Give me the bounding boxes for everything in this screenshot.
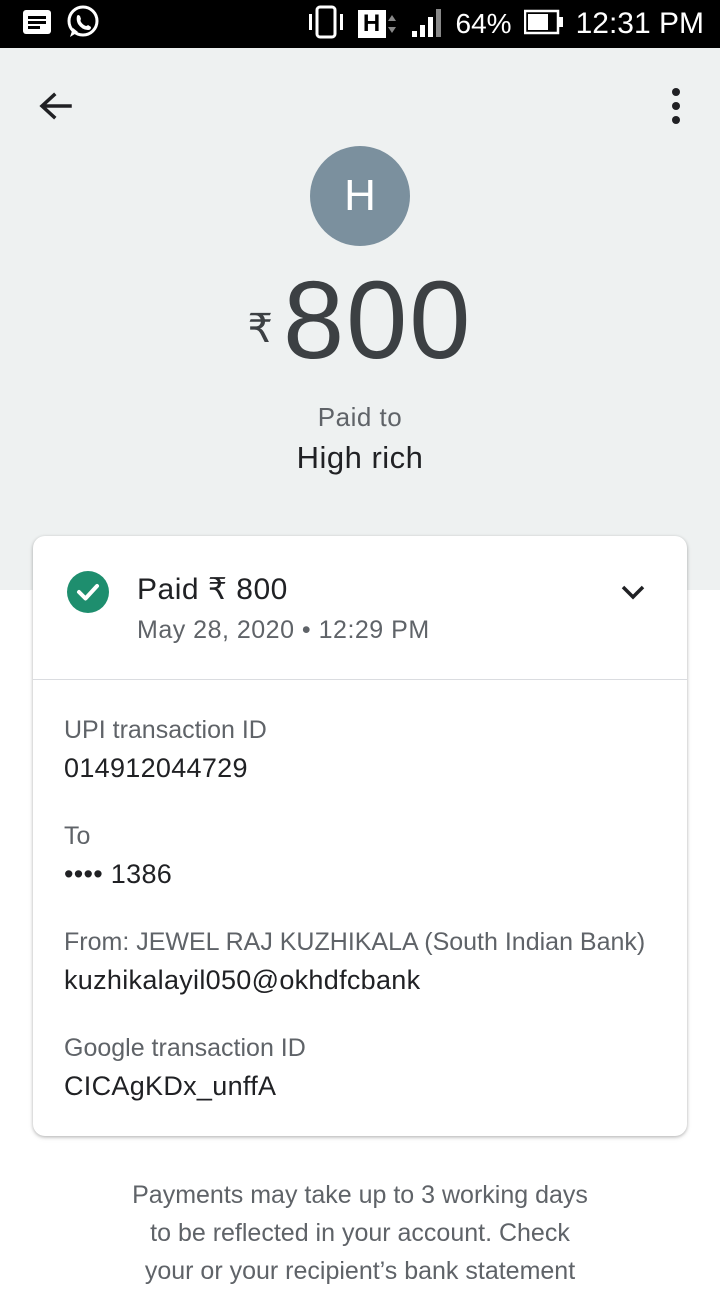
google-transaction-id-label: Google transaction ID [64, 1034, 306, 1062]
currency-symbol: ₹ [247, 307, 273, 351]
to-account-value: •••• 1386 [64, 859, 173, 889]
note-line: your or your recipient’s bank statement [144, 1257, 576, 1285]
payment-status-title: Paid ₹ 800 [137, 573, 288, 606]
chevron-down-icon [621, 585, 645, 600]
more-options-button[interactable] [660, 84, 692, 128]
to-label: To [64, 822, 91, 850]
amount-display: ₹ 800 [0, 266, 720, 376]
payee-name: High rich [296, 440, 424, 475]
transaction-details-card: Paid ₹ 800 May 28, 2020 • 12:29 PM UPI t… [33, 536, 687, 1136]
divider [33, 679, 687, 680]
signal-icon [410, 7, 444, 42]
more-vert-icon [672, 88, 680, 124]
upi-transaction-id-value: 014912044729 [64, 753, 248, 783]
network-type-label: H [357, 10, 386, 38]
from-upi-id-value: kuzhikalayil050@okhdfcbank [64, 965, 421, 995]
payment-status-row[interactable]: Paid ₹ 800 May 28, 2020 • 12:29 PM [33, 536, 687, 679]
processing-note: Payments may take up to 3 working days t… [0, 1176, 720, 1290]
from-label: From: JEWEL RAJ KUZHIKALA (South Indian … [64, 928, 646, 956]
arrow-back-icon [39, 92, 72, 120]
paid-to-label: Paid to [317, 402, 403, 432]
battery-percent: 64% [455, 8, 512, 39]
payment-datetime: May 28, 2020 • 12:29 PM [137, 616, 430, 644]
message-icon [22, 9, 52, 40]
note-line: to be reflected in your account. Check [150, 1219, 570, 1247]
check-circle-icon [67, 571, 109, 613]
whatsapp-icon [66, 5, 100, 44]
back-button[interactable] [36, 86, 76, 126]
google-transaction-id-value: CICAgKDx_unffA [64, 1071, 277, 1101]
upi-transaction-id-label: UPI transaction ID [64, 716, 267, 744]
payee-avatar: H [310, 146, 410, 246]
vibrate-icon [306, 5, 346, 44]
status-bar: H 64% 12:31 PM [0, 0, 720, 48]
clock: 12:31 PM [575, 7, 704, 40]
network-h-icon: H [357, 10, 398, 38]
payment-header: H ₹ 800 Paid to High rich [0, 48, 720, 590]
battery-icon [523, 9, 564, 40]
note-line: Payments may take up to 3 working days [132, 1181, 588, 1209]
amount-value: 800 [282, 259, 473, 382]
